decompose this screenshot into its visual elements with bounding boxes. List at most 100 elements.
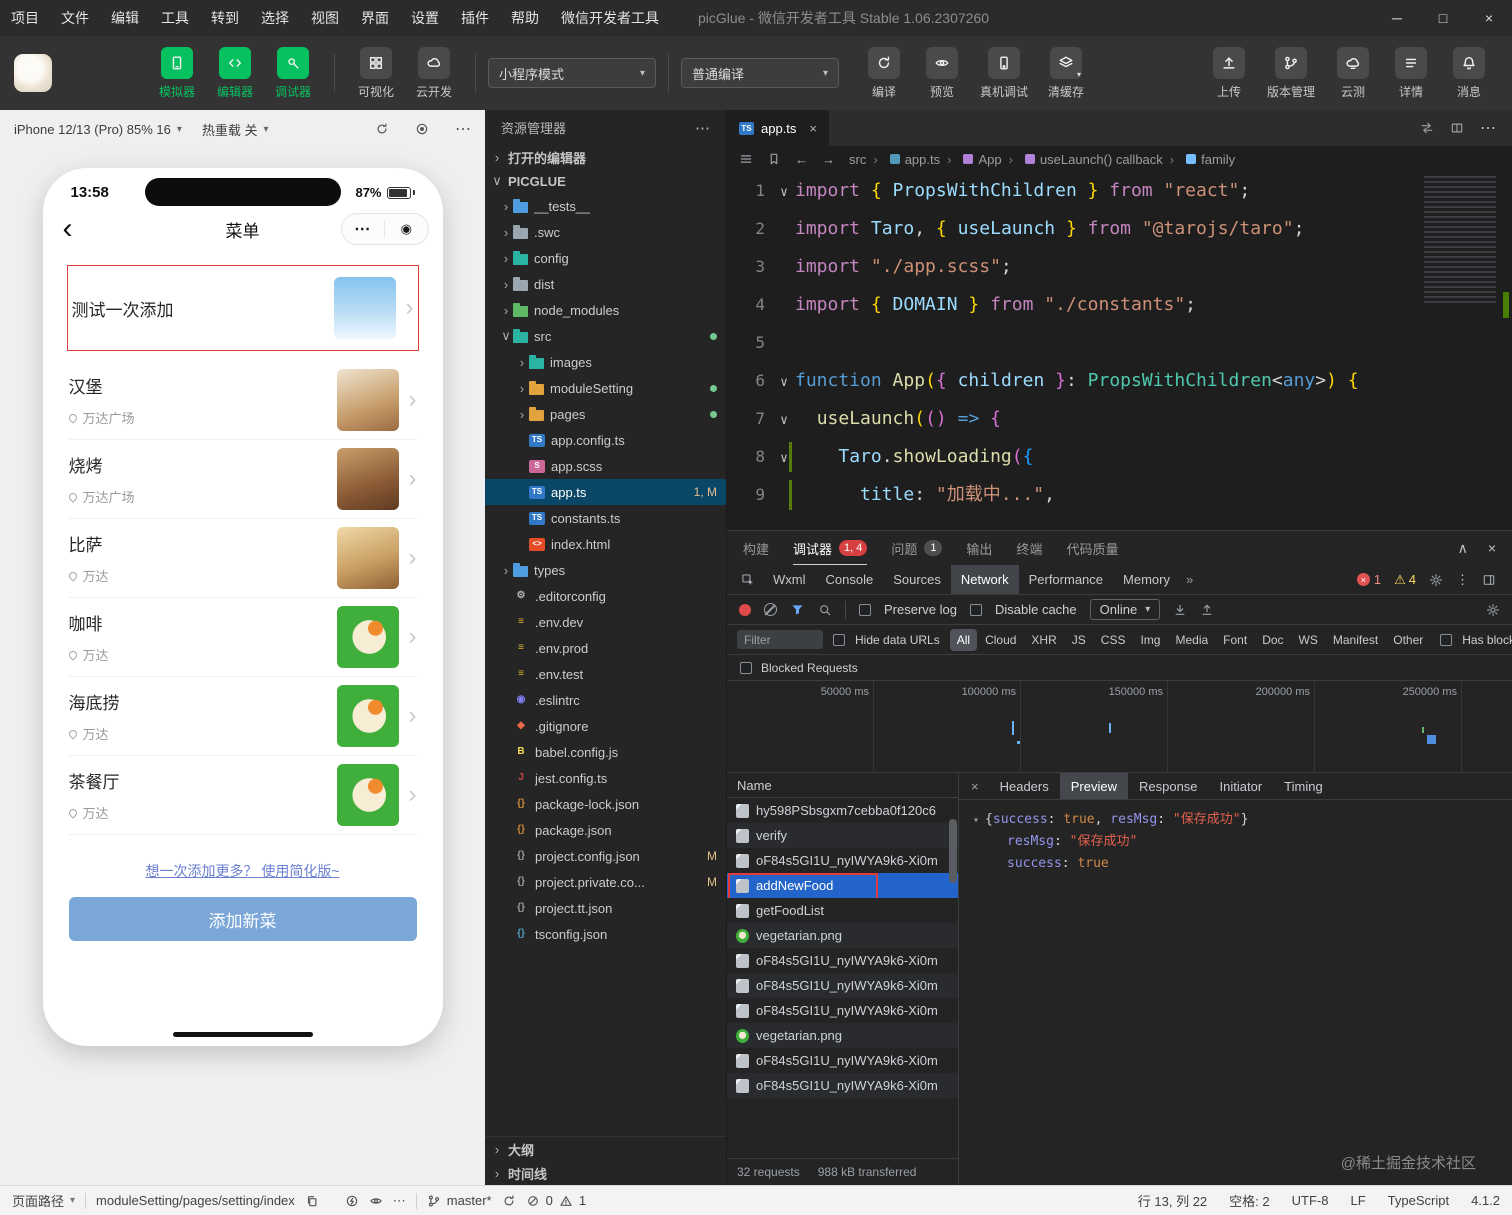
panel-tab[interactable]: 终端: [1016, 531, 1042, 565]
network-request-row[interactable]: oF84s5GI1U_nyIWYA9k6-Xi0m: [727, 848, 958, 873]
blocked-requests-checkbox[interactable]: [740, 661, 752, 674]
add-dish-button[interactable]: 添加新菜: [68, 897, 417, 941]
list-item[interactable]: 茶餐厅 万达 ›: [66, 756, 417, 835]
tree-item[interactable]: › moduleSetting: [485, 375, 726, 401]
network-request-row[interactable]: oF84s5GI1U_nyIWYA9k6-Xi0m: [727, 998, 958, 1023]
tab-app-ts[interactable]: TS app.ts ×: [727, 110, 830, 146]
list-item[interactable]: 海底捞 万达 ›: [66, 677, 417, 756]
tree-item[interactable]: {} project.private.co... M: [485, 869, 726, 895]
tree-item[interactable]: ≡ .env.prod: [485, 635, 726, 661]
back-button[interactable]: ‹: [43, 214, 73, 244]
simulator-tool-button[interactable]: 模拟器: [148, 46, 206, 100]
list-item[interactable]: 测试一次添加 ›: [66, 265, 419, 351]
mode-select[interactable]: 小程序模式 ▾: [488, 58, 656, 88]
import-har-icon[interactable]: [1173, 603, 1187, 617]
clear-requests-icon[interactable]: [764, 603, 777, 616]
filter-funnel-icon[interactable]: [790, 602, 805, 617]
hide-data-urls-checkbox[interactable]: [833, 633, 845, 646]
visualize-tool-button[interactable]: 可视化: [347, 46, 405, 100]
copy-path-icon[interactable]: [305, 1194, 319, 1208]
menu-item[interactable]: 界面: [350, 0, 400, 36]
encoding-setting[interactable]: UTF-8: [1292, 1193, 1329, 1208]
network-timeline[interactable]: 50000 ms 100000 ms 150000 ms 200000 ms 25000…: [727, 681, 1512, 773]
details-button[interactable]: 详情: [1382, 46, 1440, 100]
close-panel-icon[interactable]: ×: [1488, 540, 1496, 557]
preview-json-tree[interactable]: ▾ {success: true, resMsg: "保存成功"} resMsg:…: [959, 800, 1512, 1185]
menu-item[interactable]: 编辑: [100, 0, 150, 36]
simplified-version-link[interactable]: 想一次添加更多？ 使用简化版~: [43, 861, 443, 881]
tree-item[interactable]: › __tests__: [485, 193, 726, 219]
menu-item[interactable]: 插件: [450, 0, 500, 36]
open-editors-section[interactable]: › 打开的编辑器: [485, 145, 726, 169]
devtools-tab[interactable]: Sources: [883, 565, 951, 594]
more-icon[interactable]: ⋯: [393, 1193, 406, 1209]
tree-item[interactable]: S app.scss: [485, 453, 726, 479]
devtools-settings-icon[interactable]: [1429, 573, 1443, 587]
outline-list-icon[interactable]: [739, 152, 753, 166]
nav-forward-icon[interactable]: →: [822, 152, 835, 167]
tree-item[interactable]: TS app.ts 1, M: [485, 479, 726, 505]
tree-item[interactable]: › pages: [485, 401, 726, 427]
split-editor-icon[interactable]: [1450, 121, 1464, 135]
devtools-tab[interactable]: Performance: [1019, 565, 1113, 594]
nav-back-icon[interactable]: ←: [795, 152, 808, 167]
filter-pill[interactable]: Manifest: [1326, 629, 1385, 651]
compare-changes-icon[interactable]: [1420, 121, 1434, 135]
page-path-selector[interactable]: 页面路径 ▾: [12, 1191, 75, 1210]
tree-item[interactable]: › images: [485, 349, 726, 375]
list-item[interactable]: 汉堡 万达广场 ›: [66, 361, 417, 440]
problems-indicator[interactable]: 0 1: [526, 1193, 586, 1208]
indentation-setting[interactable]: 空格: 2: [1229, 1191, 1269, 1210]
panel-tab[interactable]: 问题 1: [891, 531, 943, 565]
preserve-log-checkbox[interactable]: [859, 603, 871, 616]
more-icon[interactable]: ⋯: [1480, 118, 1496, 138]
scrollbar-thumb[interactable]: [949, 819, 957, 883]
network-request-row[interactable]: getFoodList: [727, 898, 958, 923]
live-debug-icon[interactable]: [345, 1194, 359, 1208]
sim-refresh-button[interactable]: [375, 122, 389, 136]
network-request-row[interactable]: oF84s5GI1U_nyIWYA9k6-Xi0m: [727, 1073, 958, 1098]
network-request-row[interactable]: addNewFood: [727, 873, 958, 898]
breadcrumb-item[interactable]: app.ts: [866, 152, 940, 167]
preview-button[interactable]: 预览: [913, 46, 971, 100]
detail-tab[interactable]: Response: [1128, 773, 1209, 799]
network-request-row[interactable]: hy598PSbsgxm7cebba0f120c6: [727, 798, 958, 823]
breadcrumb-item[interactable]: family: [1163, 152, 1235, 167]
network-request-row[interactable]: oF84s5GI1U_nyIWYA9k6-Xi0m: [727, 948, 958, 973]
minimize-button[interactable]: ─: [1374, 0, 1420, 36]
more-tabs-icon[interactable]: »: [1180, 565, 1199, 594]
close-detail-icon[interactable]: ×: [961, 773, 989, 799]
tree-item[interactable]: ◉ .eslintrc: [485, 687, 726, 713]
menu-item[interactable]: 选择: [250, 0, 300, 36]
panel-tab[interactable]: 调试器 1, 4: [793, 531, 868, 565]
name-column-header[interactable]: Name: [727, 773, 958, 798]
page-visibility-icon[interactable]: [369, 1194, 383, 1208]
menu-item[interactable]: 工具: [150, 0, 200, 36]
list-item[interactable]: 烧烤 万达广场 ›: [66, 440, 417, 519]
search-icon[interactable]: [818, 603, 832, 617]
capsule-more-icon[interactable]: ⋯: [342, 219, 385, 239]
filter-pill[interactable]: Cloud: [978, 629, 1023, 651]
console-error-count[interactable]: × 1: [1356, 572, 1381, 587]
export-har-icon[interactable]: [1200, 603, 1214, 617]
editor-tool-button[interactable]: 编辑器: [206, 46, 264, 100]
panel-tab[interactable]: 构建: [743, 531, 769, 565]
network-request-row[interactable]: oF84s5GI1U_nyIWYA9k6-Xi0m: [727, 973, 958, 998]
ts-version[interactable]: 4.1.2: [1471, 1193, 1500, 1208]
list-item[interactable]: 咖啡 万达 ›: [66, 598, 417, 677]
devtools-tab[interactable]: Console: [816, 565, 884, 594]
cursor-position[interactable]: 行 13, 列 22: [1138, 1191, 1207, 1210]
tree-item[interactable]: › types: [485, 557, 726, 583]
detail-tab[interactable]: Initiator: [1209, 773, 1274, 799]
blocked-cookies-checkbox[interactable]: [1440, 633, 1453, 646]
tree-item[interactable]: B babel.config.js: [485, 739, 726, 765]
tree-item[interactable]: {} package.json: [485, 817, 726, 843]
network-settings-icon[interactable]: [1486, 603, 1500, 617]
tree-item[interactable]: {} package-lock.json: [485, 791, 726, 817]
dock-side-icon[interactable]: [1482, 573, 1496, 587]
device-select[interactable]: iPhone 12/13 (Pro) 85% 16: [14, 122, 171, 137]
device-debug-button[interactable]: 真机调试: [971, 46, 1037, 100]
tree-item[interactable]: › dist: [485, 271, 726, 297]
menu-item[interactable]: 转到: [200, 0, 250, 36]
detail-tab[interactable]: Preview: [1059, 773, 1128, 799]
